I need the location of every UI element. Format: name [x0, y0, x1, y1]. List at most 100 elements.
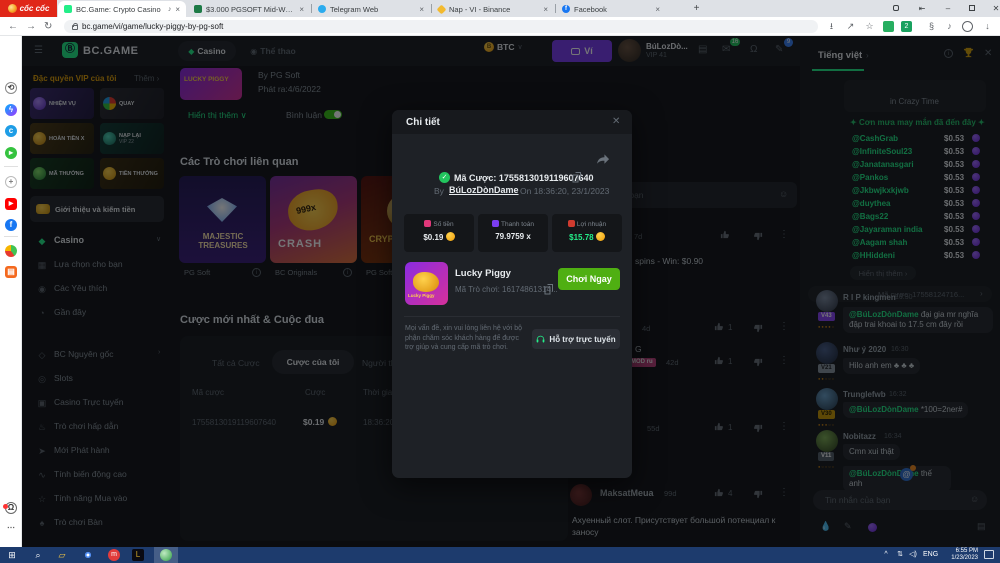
tab-label: Facebook [574, 5, 651, 14]
tab-label: $3.000 PGSOFT Mid-Week M [206, 5, 295, 14]
stat-value: 79.9759 x [495, 232, 531, 241]
coccoc-brand[interactable]: cốc cốc [0, 0, 57, 17]
browser-tabstrip: cốc cốc BC.Game: Crypto Casino ♪ × $3.00… [0, 0, 1000, 17]
browser-tab-telegram[interactable]: Telegram Web × [312, 1, 430, 17]
tab-divider [555, 4, 556, 13]
modal-by-label: By [434, 186, 444, 196]
taskbar-search-icon[interactable]: ⌕ [32, 549, 44, 561]
binance-favicon [437, 4, 447, 14]
divider [404, 316, 620, 317]
start-button-icon[interactable]: ⊞ [6, 549, 18, 561]
coccoc-taskbar-icon[interactable] [160, 549, 172, 561]
modal-close-icon[interactable]: ✕ [612, 116, 620, 127]
language-indicator[interactable]: ENG [923, 551, 938, 558]
shop-cart-icon[interactable]: ▤ [5, 266, 17, 278]
pig-art [413, 272, 439, 292]
play-now-button[interactable]: Chơi Ngay [558, 268, 620, 290]
side-panel-icon[interactable]: ⇤ [910, 0, 934, 17]
stat-label: Thanh toán [501, 221, 534, 228]
address-bar[interactable]: bc.game/vi/game/lucky-piggy-by-pg-soft [64, 20, 818, 33]
adblock-extension-icon[interactable] [883, 21, 894, 32]
back-icon[interactable]: ← [8, 20, 18, 33]
tab-audio-icon[interactable]: ♪ [168, 6, 172, 13]
tab-divider [431, 4, 432, 13]
coin-icon [596, 232, 605, 241]
facebook-shortcut-icon[interactable]: f [5, 219, 17, 231]
profile-icon[interactable] [962, 21, 973, 32]
modal-share-icon[interactable] [597, 154, 610, 166]
modal-player-link[interactable]: BúLozDònDame [449, 185, 519, 195]
new-tab-button[interactable]: + [690, 2, 703, 15]
tab-close-icon[interactable]: × [175, 5, 180, 14]
stat-value: $15.78 [569, 233, 593, 242]
facebook-favicon: f [562, 5, 570, 13]
league-icon[interactable]: L [132, 549, 144, 561]
m-app-icon[interactable]: m [108, 549, 120, 561]
verified-check-icon[interactable]: ✓ [439, 172, 450, 183]
copy-icon[interactable] [572, 172, 582, 183]
tab-close-icon[interactable]: × [655, 5, 660, 14]
browser-toolbar: ← → ↻ bc.game/vi/game/lucky-piggy-by-pg-… [0, 17, 1000, 36]
window-maximize-button[interactable] [960, 0, 984, 17]
bookmark-star-icon[interactable]: ☆ [864, 21, 875, 32]
amount-icon [424, 220, 431, 227]
bet-details-modal: Chi tiết ✕ ✓ Mã Cược: 175581301911960764… [392, 110, 632, 478]
browser-tab-facebook[interactable]: f Facebook × [556, 1, 666, 17]
messenger-icon[interactable]: ϟ [5, 104, 17, 116]
downloads-icon[interactable]: ↓ [982, 21, 993, 32]
stat-value: $0.19 [423, 233, 443, 242]
notification-dot [3, 504, 8, 509]
windows-taskbar: ⊞ ⌕ ▱ m L ^ ⇅ ◁) ENG 6:55 PM1/23/2023 [0, 547, 1000, 563]
tab-label: Telegram Web [330, 5, 415, 14]
tab-close-icon[interactable]: × [543, 5, 548, 14]
stat-label: Lợi nhuận [577, 221, 606, 228]
coccoc-brand-label: cốc cốc [20, 4, 50, 13]
save-page-icon[interactable]: ⭳ [826, 21, 837, 32]
window-minimize-button[interactable]: – [936, 0, 960, 17]
modal-game-id: Mã Trò chơi: 16174861314... [455, 285, 558, 294]
stat-profit: Lợi nhuận $15.78 [552, 214, 622, 252]
download-extension-icon[interactable]: 2 [901, 21, 912, 32]
modal-title: Chi tiết [406, 117, 440, 128]
history-icon[interactable]: ⟲ [5, 82, 17, 94]
volume-icon[interactable]: ◁) [907, 549, 919, 561]
youtube-icon[interactable]: ▶ [5, 198, 17, 210]
stat-payout: Thanh toán 79.9759 x [478, 214, 548, 252]
tab-search-icon[interactable] [884, 0, 908, 17]
share-icon[interactable]: ↗ [845, 21, 856, 32]
divider [4, 236, 18, 237]
coccoc-news-icon[interactable]: c [5, 125, 17, 137]
file-explorer-icon[interactable]: ▱ [56, 549, 68, 561]
copy-icon[interactable] [544, 284, 554, 295]
extension-note-icon[interactable]: ♪ [944, 21, 955, 32]
coccoc-logo-icon [8, 4, 17, 13]
extension-spring-icon[interactable]: § [926, 21, 937, 32]
headset-icon [536, 335, 545, 344]
thumb-caption: Lucky Piggy [408, 293, 435, 298]
browser-tab-binance[interactable]: Nap - VI - Binance × [432, 1, 554, 17]
divider [4, 166, 18, 167]
browser-tab-pgsoft[interactable]: $3.000 PGSOFT Mid-Week M × [188, 1, 310, 17]
add-shortcut-icon[interactable]: + [5, 176, 17, 188]
live-support-button[interactable]: Hỗ trợ trực tuyến [532, 329, 620, 349]
action-center-icon[interactable] [984, 550, 994, 559]
zing-icon[interactable] [5, 245, 17, 257]
more-options-icon[interactable]: ⋯ [5, 524, 17, 536]
clock[interactable]: 6:55 PM1/23/2023 [944, 548, 978, 562]
window-close-button[interactable]: ✕ [984, 0, 1000, 17]
url-text[interactable]: bc.game/vi/game/lucky-piggy-by-pg-soft [82, 22, 223, 31]
reload-icon[interactable]: ↻ [44, 20, 52, 33]
tab-close-icon[interactable]: × [299, 5, 304, 14]
pgsoft-favicon [194, 5, 202, 13]
tray-expand-icon[interactable]: ^ [880, 549, 892, 561]
coccoc-side-strip: ⟲ ϟ c ▸ + ▶ f ▤ Ω ⋯ [0, 36, 22, 547]
support-text: Mọi vấn đề, xin vui lòng liên hệ với bộ … [405, 324, 523, 353]
forward-icon[interactable]: → [26, 20, 36, 33]
games-icon[interactable]: ▸ [5, 147, 17, 159]
lock-icon[interactable] [72, 25, 78, 30]
stat-amount: Số tiền $0.19 [404, 214, 474, 252]
network-icon[interactable]: ⇅ [894, 549, 906, 561]
modal-game-thumb[interactable]: Lucky Piggy [405, 262, 448, 305]
tab-close-icon[interactable]: × [419, 5, 424, 14]
browser-tab-bcgame[interactable]: BC.Game: Crypto Casino ♪ × [58, 1, 186, 17]
